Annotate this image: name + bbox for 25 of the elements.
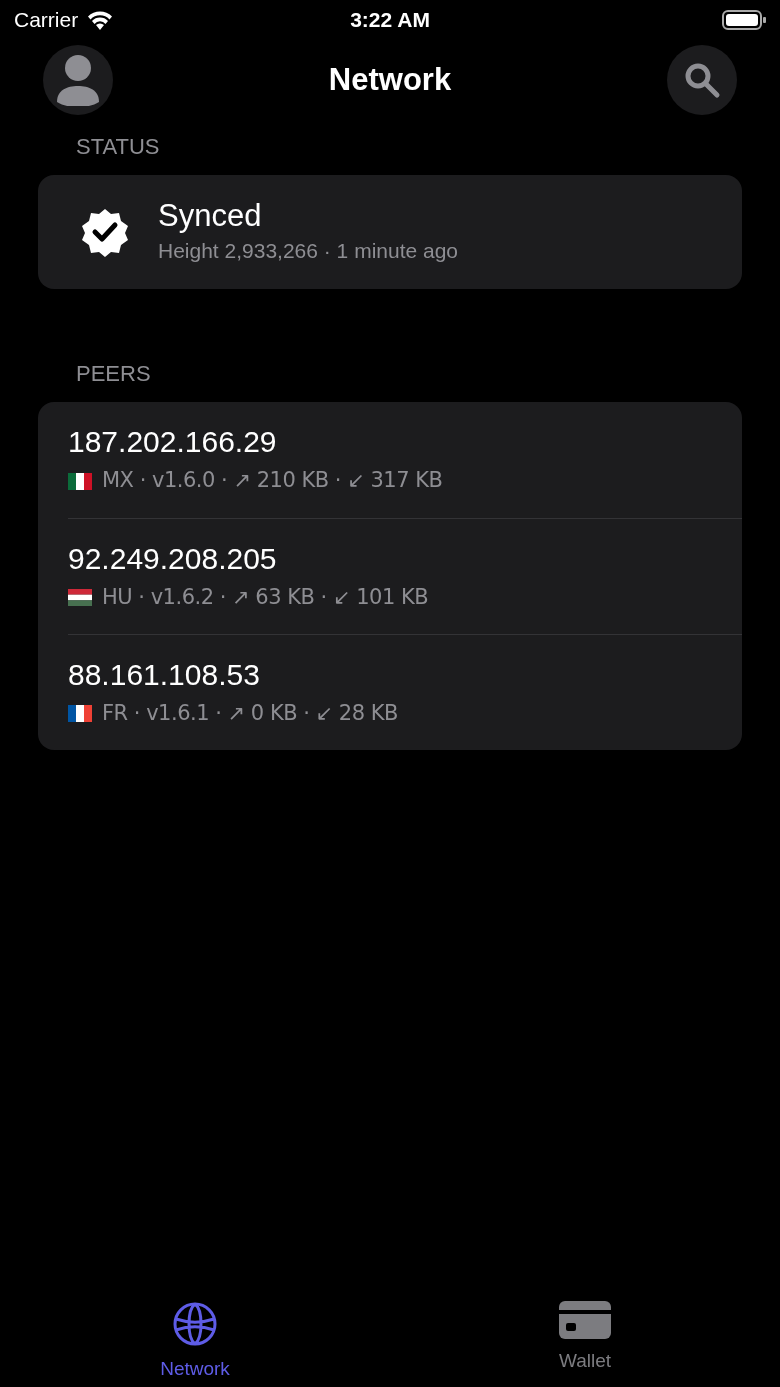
battery-icon <box>722 10 766 30</box>
carrier-label: Carrier <box>14 7 79 34</box>
tab[interactable]: Wallet <box>390 1291 780 1387</box>
wifi-icon <box>86 10 115 30</box>
flag-icon <box>68 705 92 722</box>
status-title: Synced <box>158 197 263 236</box>
tab[interactable]: Network <box>0 1291 390 1387</box>
section-header: PEERS <box>75 360 152 388</box>
peer-info: MX · v1.6.0 · ↗ 210 KB · ↙ 317 KB <box>102 467 443 495</box>
peer-address: 187.202.166.29 <box>68 424 278 461</box>
person-icon <box>55 54 101 106</box>
peer-info: FR · v1.6.1 · ↗ 0 KB · ↙ 28 KB <box>102 699 398 727</box>
screen-title: Network <box>328 60 452 99</box>
status-detail: Height 2,933,266 · 1 minute ago <box>158 238 459 265</box>
globe-icon <box>172 1301 218 1347</box>
section-header: STATUS <box>75 133 161 161</box>
flag-icon <box>68 472 92 490</box>
clock: 3:22 AM <box>350 7 430 34</box>
peer-info: HU · v1.6.2 · ↗ 63 KB · ↙ 101 KB <box>102 583 429 611</box>
search-icon <box>683 61 721 99</box>
peer-address: 88.161.108.53 <box>68 656 261 693</box>
peer-address: 92.249.208.205 <box>68 540 278 577</box>
flag-icon <box>68 589 92 606</box>
verified-badge-icon <box>80 207 130 257</box>
card-icon <box>559 1301 611 1339</box>
